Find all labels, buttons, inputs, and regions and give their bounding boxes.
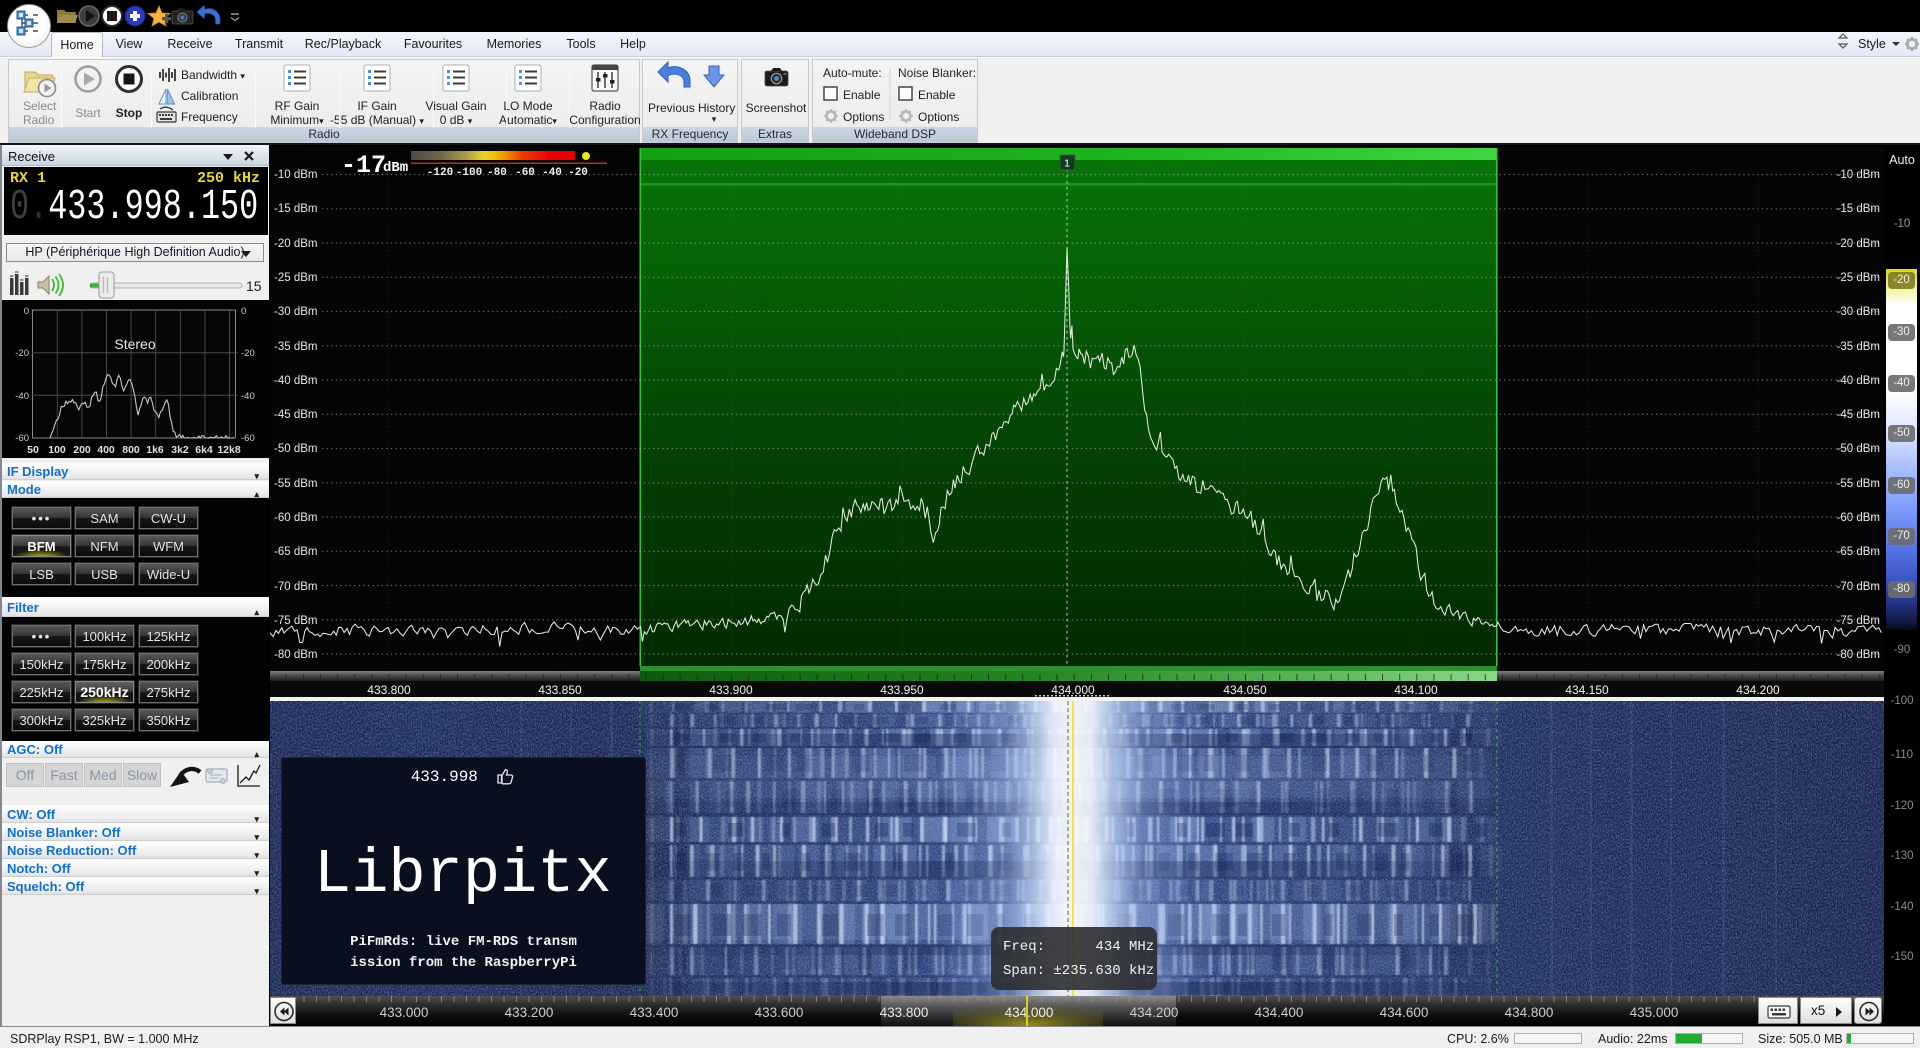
svg-text:0: 0 (241, 306, 246, 317)
svg-text:433.950: 433.950 (880, 683, 924, 697)
svg-text:434.000: 434.000 (1051, 683, 1095, 697)
svg-text:434.800: 434.800 (1505, 1005, 1554, 1020)
svg-text:-40 dBm: -40 dBm (274, 375, 317, 387)
svg-text:434.100: 434.100 (1394, 683, 1438, 697)
svg-text:-65 dBm: -65 dBm (1837, 546, 1880, 558)
svg-text:-45 dBm: -45 dBm (1837, 409, 1880, 421)
svg-text:-80: -80 (487, 167, 507, 179)
svg-text:-70 dBm: -70 dBm (274, 581, 317, 593)
svg-text:-120: -120 (427, 167, 453, 179)
svg-text:-60: -60 (15, 433, 29, 444)
svg-text:-25 dBm: -25 dBm (1837, 272, 1880, 284)
svg-text:434.050: 434.050 (1223, 683, 1267, 697)
svg-text:-60 dBm: -60 dBm (1837, 512, 1880, 524)
svg-text:-75 dBm: -75 dBm (1837, 615, 1880, 627)
svg-text:434.150: 434.150 (1565, 683, 1609, 697)
svg-text:433.200: 433.200 (505, 1005, 554, 1020)
svg-text:-35 dBm: -35 dBm (1837, 341, 1880, 353)
svg-text:-30 dBm: -30 dBm (274, 306, 317, 318)
svg-text:-50 dBm: -50 dBm (274, 443, 317, 455)
svg-text:-60 dBm: -60 dBm (274, 512, 317, 524)
svg-text:-60: -60 (241, 433, 255, 444)
svg-text:434.400: 434.400 (1255, 1005, 1304, 1020)
svg-text:12k8: 12k8 (217, 444, 241, 456)
svg-text:433.000: 433.000 (380, 1005, 429, 1020)
svg-text:433.900: 433.900 (709, 683, 753, 697)
svg-text:434.200: 434.200 (1736, 683, 1780, 697)
svg-text:-20 dBm: -20 dBm (274, 238, 317, 250)
svg-text:-55 dBm: -55 dBm (274, 478, 317, 490)
svg-text:-10 dBm: -10 dBm (1837, 169, 1880, 181)
svg-text:100: 100 (48, 444, 66, 456)
svg-text:-25 dBm: -25 dBm (274, 272, 317, 284)
svg-text:433.800: 433.800 (367, 683, 411, 697)
svg-text:-50 dBm: -50 dBm (1837, 443, 1880, 455)
svg-text:434.600: 434.600 (1380, 1005, 1429, 1020)
svg-text:50: 50 (27, 444, 39, 456)
svg-text:15: 15 (246, 278, 262, 294)
svg-text:-15 dBm: -15 dBm (1837, 203, 1880, 215)
svg-text:-35 dBm: -35 dBm (274, 341, 317, 353)
svg-text:Style: Style (1858, 37, 1886, 51)
svg-text:-55 dBm: -55 dBm (1837, 478, 1880, 490)
svg-text:-65 dBm: -65 dBm (274, 546, 317, 558)
svg-text:-80 dBm: -80 dBm (1837, 649, 1880, 661)
svg-text:-17: -17 (341, 151, 386, 180)
svg-text:434.200: 434.200 (1130, 1005, 1179, 1020)
svg-text:Stereo: Stereo (114, 336, 155, 352)
svg-text:-60: -60 (515, 167, 535, 179)
svg-text:433.850: 433.850 (538, 683, 582, 697)
svg-text:-75 dBm: -75 dBm (274, 615, 317, 627)
svg-text:dBm: dBm (383, 160, 408, 176)
svg-text:-100: -100 (456, 167, 482, 179)
svg-text:-20 dBm: -20 dBm (1837, 238, 1880, 250)
svg-text:800: 800 (122, 444, 140, 456)
svg-text:-45 dBm: -45 dBm (274, 409, 317, 421)
svg-text:-10 dBm: -10 dBm (274, 169, 317, 181)
svg-text:-40: -40 (542, 167, 562, 179)
svg-text:1k6: 1k6 (146, 444, 164, 456)
svg-text:400: 400 (97, 444, 115, 456)
svg-text:-20: -20 (241, 348, 255, 359)
svg-text:-20: -20 (15, 348, 29, 359)
svg-text:3k2: 3k2 (171, 444, 189, 456)
svg-text:1: 1 (1064, 158, 1070, 170)
svg-text:-20: -20 (568, 167, 588, 179)
svg-text:434.000: 434.000 (1005, 1005, 1054, 1020)
svg-text:6k4: 6k4 (195, 444, 213, 456)
svg-text:200: 200 (73, 444, 91, 456)
svg-text:-70 dBm: -70 dBm (1837, 581, 1880, 593)
svg-text:433.800: 433.800 (880, 1005, 929, 1020)
svg-text:435.000: 435.000 (1630, 1005, 1679, 1020)
svg-text:433.600: 433.600 (755, 1005, 804, 1020)
svg-text:-30 dBm: -30 dBm (1837, 306, 1880, 318)
svg-text:0: 0 (24, 306, 29, 317)
svg-text:-40: -40 (15, 391, 29, 402)
svg-text:433.400: 433.400 (630, 1005, 679, 1020)
svg-text:-15 dBm: -15 dBm (274, 203, 317, 215)
svg-text:-40 dBm: -40 dBm (1837, 375, 1880, 387)
svg-text:-80 dBm: -80 dBm (274, 649, 317, 661)
svg-text:-40: -40 (241, 391, 255, 402)
